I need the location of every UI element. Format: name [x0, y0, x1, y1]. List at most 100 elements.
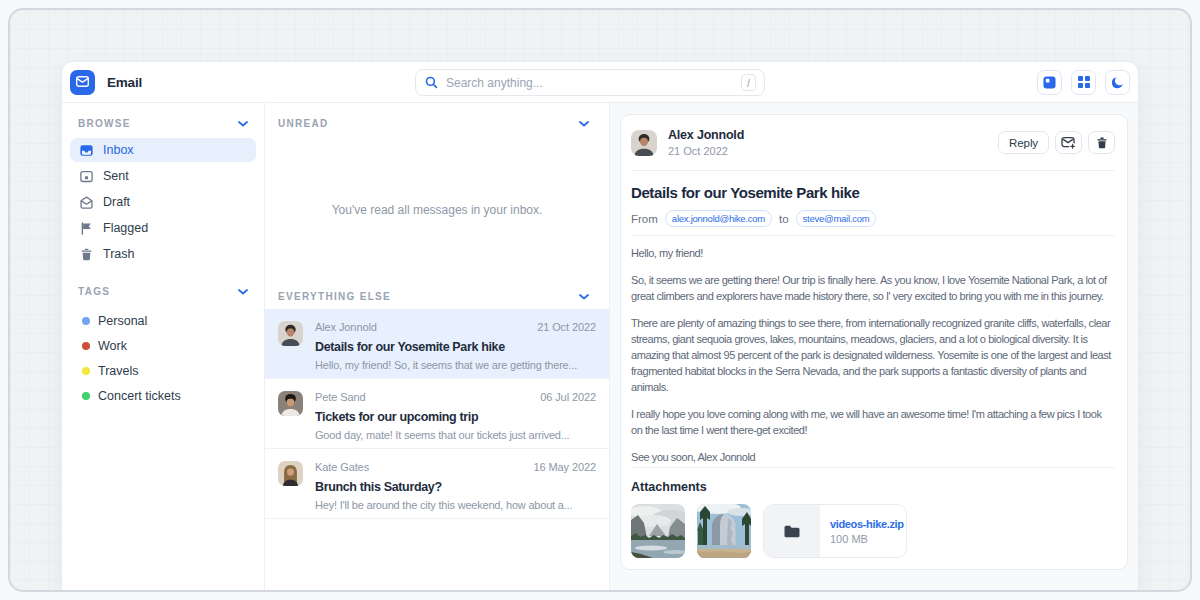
email-preview: Hello, my friend! So, it seems that we a…	[315, 359, 596, 372]
trash-icon	[1095, 136, 1109, 150]
attachments-label: Attachments	[631, 480, 1115, 494]
page-frame: Email / BROWSE In	[8, 8, 1192, 592]
detail-header: Alex Jonnold 21 Oct 2022 Reply	[631, 128, 1115, 157]
email-date: 21 Oct 2022	[537, 321, 596, 334]
apps-grid-button[interactable]	[1071, 70, 1096, 95]
app-header: Email /	[62, 62, 1138, 103]
tag-dot	[82, 317, 90, 325]
email-list-item[interactable]: Kate Gates16 May 2022 Brunch this Saturd…	[265, 449, 609, 519]
detail-date: 21 Oct 2022	[668, 145, 744, 157]
email-list-item[interactable]: Alex Jonnold21 Oct 2022 Details for our …	[265, 309, 609, 379]
unread-label: UNREAD	[278, 118, 329, 130]
from-to-row: From alex.jonnold@hike.com to steve@mail…	[631, 210, 1115, 227]
sidebar-item-inbox[interactable]: Inbox	[70, 138, 256, 162]
detail-sender-name: Alex Jonnold	[668, 128, 744, 142]
folder-nav: Inbox Sent Draft Flagged	[62, 136, 264, 266]
header-actions	[1037, 70, 1130, 95]
search-bar: /	[415, 69, 765, 96]
app-logo	[70, 70, 95, 95]
email-list-item[interactable]: Pete Sand06 Jul 2022 Tickets for our upc…	[265, 379, 609, 449]
everything-else-section-header: EVERYTHING ELSE	[265, 284, 609, 309]
email-list-column: UNREAD You've read all messages in your …	[265, 103, 610, 590]
email-preview: Hey! I'll be around the city this weeken…	[315, 499, 596, 512]
attachment-file-name[interactable]: videos-hike.zip	[830, 518, 906, 530]
delete-button[interactable]	[1088, 131, 1115, 154]
to-email-chip[interactable]: steve@mail.com	[796, 210, 877, 227]
moon-icon	[1111, 76, 1124, 89]
email-date: 06 Jul 2022	[540, 391, 596, 404]
avatar	[278, 391, 303, 416]
avatar	[278, 321, 303, 346]
email-sender: Alex Jonnold	[315, 321, 377, 334]
chevron-down-icon[interactable]	[238, 118, 248, 130]
search-shortcut-key: /	[741, 74, 756, 91]
sidebar-item-label: Draft	[103, 195, 130, 209]
avatar	[631, 130, 657, 156]
email-detail-column: Alex Jonnold 21 Oct 2022 Reply Details f…	[610, 103, 1138, 590]
tag-item-personal[interactable]: Personal	[70, 308, 256, 333]
divider	[631, 467, 1115, 468]
chevron-down-icon[interactable]	[579, 118, 589, 130]
chevron-down-icon[interactable]	[238, 286, 248, 298]
body-paragraph: See you soon, Alex Jonnold	[631, 449, 1115, 465]
sidebar-item-flagged[interactable]: Flagged	[70, 216, 256, 240]
from-email-chip[interactable]: alex.jonnold@hike.com	[665, 210, 772, 227]
tag-label: Travels	[98, 364, 139, 378]
email-subject: Brunch this Saturday?	[315, 480, 596, 495]
flag-icon	[79, 221, 94, 236]
reading-pane-button[interactable]	[1037, 70, 1062, 95]
envelope-icon	[76, 73, 89, 91]
browse-section-header: BROWSE	[62, 103, 264, 136]
detail-actions: Reply	[998, 131, 1115, 154]
unread-section-header: UNREAD	[265, 103, 609, 136]
body-paragraph: So, it seems we are getting there! Our t…	[631, 272, 1115, 304]
tag-label: Concert tickets	[98, 389, 181, 403]
draft-icon	[79, 195, 94, 210]
inbox-icon	[79, 143, 94, 158]
tags-label: TAGS	[78, 286, 110, 298]
grid-icon	[1078, 76, 1090, 88]
tag-dot	[82, 367, 90, 375]
tag-item-work[interactable]: Work	[70, 333, 256, 358]
attachment-photo-1[interactable]	[631, 504, 685, 558]
email-app: Email / BROWSE In	[62, 62, 1138, 590]
tag-item-concert-tickets[interactable]: Concert tickets	[70, 383, 256, 408]
sidebar-item-draft[interactable]: Draft	[70, 190, 256, 214]
everything-else-label: EVERYTHING ELSE	[278, 291, 391, 303]
detail-subject: Details for our Yosemite Park hike	[631, 184, 1115, 201]
attachment-file-size: 100 MB	[830, 533, 906, 545]
from-label: From	[631, 213, 658, 225]
search-input[interactable]	[446, 76, 733, 90]
to-label: to	[779, 213, 789, 225]
body-paragraph: Hello, my friend!	[631, 245, 1115, 261]
sidebar: BROWSE Inbox Sent Draft	[62, 103, 265, 590]
tag-dot	[82, 392, 90, 400]
divider	[631, 235, 1115, 236]
body-paragraph: There are plenty of amazing things to se…	[631, 315, 1115, 395]
tags-section-header: TAGS	[62, 268, 264, 304]
email-body: Hello, my friend! So, it seems we are ge…	[631, 245, 1115, 465]
tag-label: Personal	[98, 314, 147, 328]
sidebar-item-trash[interactable]: Trash	[70, 242, 256, 266]
attachment-file-card[interactable]: videos-hike.zip 100 MB	[763, 504, 907, 558]
folder-icon	[783, 524, 801, 539]
sidebar-item-label: Inbox	[103, 143, 134, 157]
sidebar-item-sent[interactable]: Sent	[70, 164, 256, 188]
app-title: Email	[107, 75, 142, 90]
chevron-down-icon[interactable]	[579, 291, 589, 303]
trash-icon	[79, 247, 94, 262]
sidebar-item-label: Trash	[103, 247, 135, 261]
tags-nav: Personal Work Travels Concert tickets	[62, 304, 264, 408]
dark-mode-button[interactable]	[1105, 70, 1130, 95]
body-paragraph: I really hope you love coming along with…	[631, 406, 1115, 438]
sidebar-item-label: Sent	[103, 169, 129, 183]
browse-label: BROWSE	[78, 118, 131, 130]
tag-label: Work	[98, 339, 127, 353]
attachment-photo-2[interactable]	[697, 504, 751, 558]
reply-button[interactable]: Reply	[998, 131, 1049, 154]
email-preview: Good day, mate! It seems that our ticket…	[315, 429, 596, 442]
tag-item-travels[interactable]: Travels	[70, 358, 256, 383]
email-date: 16 May 2022	[534, 461, 597, 474]
sidebar-item-label: Flagged	[103, 221, 148, 235]
forward-mail-button[interactable]	[1055, 131, 1082, 154]
